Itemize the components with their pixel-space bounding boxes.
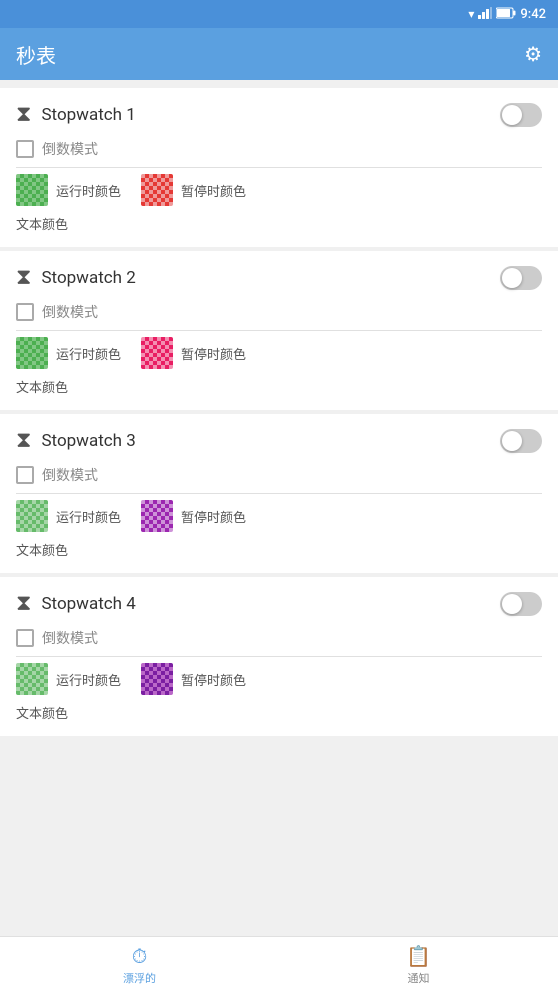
countdown-row-1: 倒数模式	[0, 135, 558, 167]
pause-color-label-4: 暂停时颜色	[181, 670, 246, 689]
pause-color-item-4[interactable]: 暂停时颜色	[141, 663, 246, 695]
countdown-checkbox-2[interactable]	[16, 303, 34, 321]
stopwatch-card-3: ⧗ Stopwatch 3 倒数模式 运行时颜色 暂停时颜色 文本颜色	[0, 414, 558, 573]
countdown-label-1: 倒数模式	[42, 139, 98, 159]
stopwatch-title-group-4: ⧗ Stopwatch 4	[16, 591, 136, 616]
stopwatch-toggle-3[interactable]	[500, 429, 542, 453]
stopwatch-card-1: ⧗ Stopwatch 1 倒数模式 运行时颜色 暂停时颜色 文本颜色	[0, 88, 558, 247]
countdown-row-2: 倒数模式	[0, 298, 558, 330]
stopwatch-name-1: Stopwatch 1	[41, 105, 135, 125]
pause-color-swatch-1	[141, 174, 173, 206]
nav-item-notify[interactable]: 📋 通知	[279, 937, 558, 992]
countdown-checkbox-3[interactable]	[16, 466, 34, 484]
pause-color-label-2: 暂停时颜色	[181, 344, 246, 363]
pause-color-swatch-4	[141, 663, 173, 695]
stopwatch-name-2: Stopwatch 2	[41, 268, 135, 288]
stopwatch-name-3: Stopwatch 3	[41, 431, 135, 451]
stopwatch-header-4: ⧗ Stopwatch 4	[0, 577, 558, 624]
color-row-3: 运行时颜色 暂停时颜色	[0, 494, 558, 536]
notify-nav-label: 通知	[408, 970, 430, 986]
app-header: 秒表 ⚙	[0, 28, 558, 80]
run-color-item-4[interactable]: 运行时颜色	[16, 663, 121, 695]
signal-icon	[478, 7, 492, 22]
text-color-row-3: 文本颜色	[0, 536, 558, 573]
stopwatch-toggle-4[interactable]	[500, 592, 542, 616]
stopwatch-icon-1: ⧗	[16, 102, 31, 127]
pause-color-item-1[interactable]: 暂停时颜色	[141, 174, 246, 206]
notify-nav-icon: 📋	[406, 944, 431, 968]
stopwatch-header-2: ⧗ Stopwatch 2	[0, 251, 558, 298]
status-bar: ▾ 9:42	[0, 0, 558, 28]
pause-color-label-1: 暂停时颜色	[181, 181, 246, 200]
text-color-label-2[interactable]: 文本颜色	[16, 381, 68, 396]
wifi-icon: ▾	[468, 7, 474, 21]
run-color-swatch-2	[16, 337, 48, 369]
countdown-checkbox-4[interactable]	[16, 629, 34, 647]
run-color-label-1: 运行时颜色	[56, 181, 121, 200]
stopwatch-header-3: ⧗ Stopwatch 3	[0, 414, 558, 461]
stopwatch-toggle-1[interactable]	[500, 103, 542, 127]
run-color-swatch-4	[16, 663, 48, 695]
battery-icon	[496, 7, 516, 22]
floating-nav-label: 漂浮的	[123, 970, 156, 986]
settings-icon[interactable]: ⚙	[524, 42, 542, 66]
stopwatch-card-2: ⧗ Stopwatch 2 倒数模式 运行时颜色 暂停时颜色 文本颜色	[0, 251, 558, 410]
run-color-label-3: 运行时颜色	[56, 507, 121, 526]
pause-color-label-3: 暂停时颜色	[181, 507, 246, 526]
status-icons: ▾ 9:42	[468, 7, 546, 22]
run-color-swatch-3	[16, 500, 48, 532]
text-color-row-1: 文本颜色	[0, 210, 558, 247]
stopwatch-title-group-1: ⧗ Stopwatch 1	[16, 102, 136, 127]
run-color-item-3[interactable]: 运行时颜色	[16, 500, 121, 532]
status-time: 9:42	[520, 7, 546, 22]
color-row-4: 运行时颜色 暂停时颜色	[0, 657, 558, 699]
floating-nav-icon: ⏱	[132, 944, 148, 968]
countdown-row-3: 倒数模式	[0, 461, 558, 493]
stopwatch-icon-2: ⧗	[16, 265, 31, 290]
stopwatch-header-1: ⧗ Stopwatch 1	[0, 88, 558, 135]
pause-color-swatch-3	[141, 500, 173, 532]
color-row-2: 运行时颜色 暂停时颜色	[0, 331, 558, 373]
main-content: ⧗ Stopwatch 1 倒数模式 运行时颜色 暂停时颜色 文本颜色	[0, 80, 558, 936]
pause-color-item-3[interactable]: 暂停时颜色	[141, 500, 246, 532]
text-color-row-4: 文本颜色	[0, 699, 558, 736]
run-color-item-2[interactable]: 运行时颜色	[16, 337, 121, 369]
pause-color-item-2[interactable]: 暂停时颜色	[141, 337, 246, 369]
stopwatch-title-group-2: ⧗ Stopwatch 2	[16, 265, 136, 290]
countdown-row-4: 倒数模式	[0, 624, 558, 656]
stopwatch-card-4: ⧗ Stopwatch 4 倒数模式 运行时颜色 暂停时颜色 文本颜色	[0, 577, 558, 736]
text-color-label-4[interactable]: 文本颜色	[16, 707, 68, 722]
stopwatch-icon-3: ⧗	[16, 428, 31, 453]
text-color-row-2: 文本颜色	[0, 373, 558, 410]
page-title: 秒表	[16, 40, 56, 69]
text-color-label-3[interactable]: 文本颜色	[16, 544, 68, 559]
stopwatch-icon-4: ⧗	[16, 591, 31, 616]
countdown-label-4: 倒数模式	[42, 628, 98, 648]
stopwatch-name-4: Stopwatch 4	[41, 594, 135, 614]
countdown-label-3: 倒数模式	[42, 465, 98, 485]
stopwatch-toggle-2[interactable]	[500, 266, 542, 290]
run-color-label-4: 运行时颜色	[56, 670, 121, 689]
text-color-label-1[interactable]: 文本颜色	[16, 218, 68, 233]
countdown-label-2: 倒数模式	[42, 302, 98, 322]
run-color-item-1[interactable]: 运行时颜色	[16, 174, 121, 206]
color-row-1: 运行时颜色 暂停时颜色	[0, 168, 558, 210]
bottom-navigation: ⏱ 漂浮的 📋 通知	[0, 936, 558, 992]
pause-color-swatch-2	[141, 337, 173, 369]
run-color-label-2: 运行时颜色	[56, 344, 121, 363]
run-color-swatch-1	[16, 174, 48, 206]
stopwatch-title-group-3: ⧗ Stopwatch 3	[16, 428, 136, 453]
countdown-checkbox-1[interactable]	[16, 140, 34, 158]
nav-item-floating[interactable]: ⏱ 漂浮的	[0, 937, 279, 992]
